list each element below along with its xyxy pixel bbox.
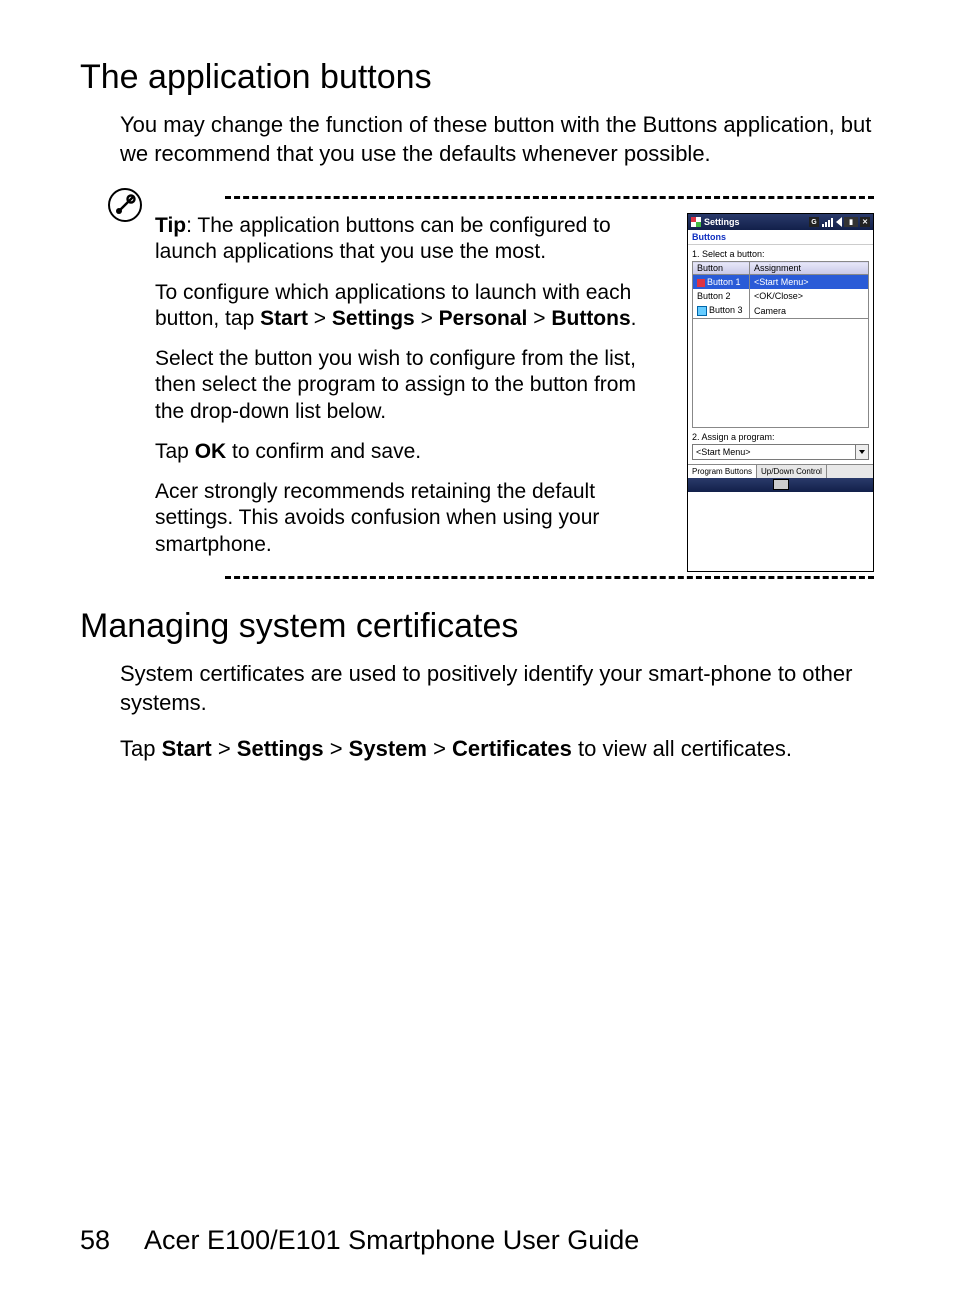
manual-page: The application buttons You may change t…: [0, 0, 954, 1316]
wm-titlebar: Settings G ▮ ✕: [688, 214, 873, 230]
chevron-down-icon: [855, 445, 868, 459]
tip-block: Tip: The application buttons can be conf…: [80, 196, 874, 579]
tab-updown-control: Up/Down Control: [757, 465, 827, 478]
tip-label: Tip: [155, 214, 186, 237]
tip-p1: Tip: The application buttons can be conf…: [155, 213, 669, 266]
cert-p1: System certificates are used to positive…: [80, 660, 874, 717]
wm-tabs: Program Buttons Up/Down Control: [688, 464, 873, 478]
tab-program-buttons: Program Buttons: [688, 465, 757, 478]
keyboard-icon: [773, 479, 789, 490]
windows-flag-icon: [691, 217, 701, 227]
tip-text: Tip: The application buttons can be conf…: [155, 213, 669, 572]
g-indicator-icon: G: [809, 217, 819, 227]
program-dropdown: <Start Menu>: [692, 444, 869, 460]
tip-p5: Acer strongly recommends retaining the d…: [155, 479, 669, 558]
table-row: Button 3Camera: [693, 303, 869, 318]
settings-screenshot: Settings G ▮ ✕ Buttons 1. Select a butto…: [687, 213, 874, 572]
list-empty-area: [692, 319, 869, 428]
intro-paragraph: You may change the function of these but…: [80, 111, 874, 168]
step1-label: 1. Select a button:: [692, 249, 869, 259]
heading-managing-certificates: Managing system certificates: [80, 607, 874, 646]
divider-bottom: [225, 576, 874, 579]
cert-p2: Tap Start > Settings > System > Certific…: [80, 735, 874, 764]
tip-p3: Select the button you wish to configure …: [155, 346, 669, 425]
tip-p4: Tap OK to confirm and save.: [155, 439, 669, 465]
dropdown-value: <Start Menu>: [693, 447, 855, 457]
page-footer: 58 Acer E100/E101 Smartphone User Guide: [80, 1225, 874, 1256]
camera-icon: [697, 306, 707, 316]
step2-label: 2. Assign a program:: [692, 432, 869, 442]
col-assignment: Assignment: [750, 262, 869, 275]
divider-top: [225, 196, 874, 199]
footer-title: Acer E100/E101 Smartphone User Guide: [144, 1225, 639, 1255]
wm-subtitle: Buttons: [688, 230, 873, 245]
table-row: Button 1<Start Menu>: [693, 275, 869, 290]
button-table: Button Assignment Button 1<Start Menu> B…: [692, 261, 869, 319]
signal-icon: [822, 217, 833, 227]
tip-icon: [108, 188, 142, 222]
wm-title: Settings: [704, 217, 740, 227]
heading-application-buttons: The application buttons: [80, 58, 874, 97]
col-button: Button: [693, 262, 750, 275]
close-icon: ✕: [860, 217, 870, 227]
tip-p2: To configure which applications to launc…: [155, 280, 669, 333]
table-row: Button 2<OK/Close>: [693, 289, 869, 303]
speaker-icon: [836, 217, 842, 227]
battery-icon: ▮: [844, 217, 858, 227]
wm-bottombar: [688, 478, 873, 492]
page-number: 58: [80, 1225, 138, 1256]
